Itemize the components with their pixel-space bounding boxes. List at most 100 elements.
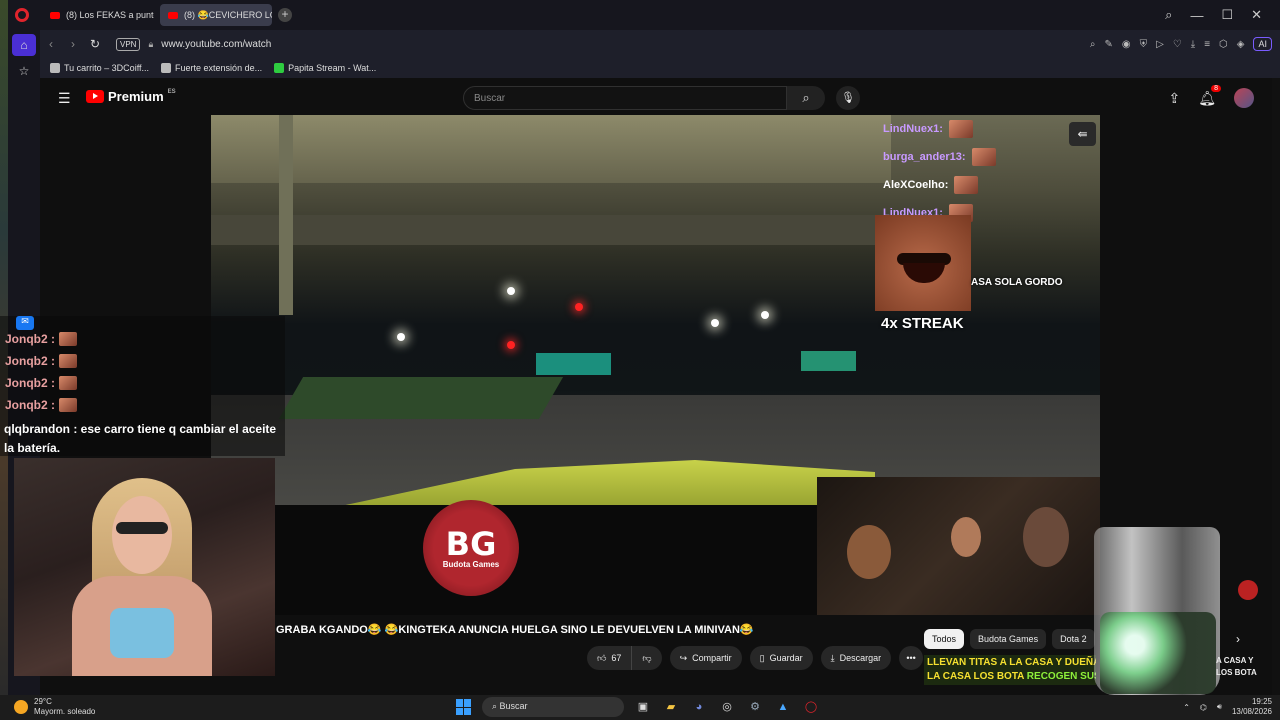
webcam-person <box>116 522 168 534</box>
steam-icon[interactable]: ◎ <box>718 698 736 716</box>
extensions-icon[interactable]: ⬡ <box>1219 39 1228 50</box>
tray-chevron-icon[interactable]: ⌃ <box>1183 703 1190 712</box>
task-view-icon[interactable]: ▣ <box>634 698 652 716</box>
volume-icon[interactable]: 🔊︎ <box>1217 702 1222 712</box>
heart-icon[interactable]: ♡ <box>1173 39 1182 50</box>
recommended-video-thumbnail[interactable]: LLEVAN TITAS A LA CASA Y DUEÑA LA CASA L… <box>924 655 1096 685</box>
tab-cevichero[interactable]: (8) 😂CEVICHERO LOKEA <box>160 4 272 26</box>
system-tray: ⌃ ⌬ 🔊︎ 19:25 13/08/2026 <box>1183 697 1272 717</box>
tab-search-icon[interactable]: ⌕ <box>1165 7 1172 23</box>
opera-menu-button[interactable] <box>8 0 36 30</box>
video-facecam-overlay <box>817 477 1100 615</box>
video-scene-overpass <box>211 115 891 183</box>
chip-todos[interactable]: Todos <box>924 629 965 649</box>
messenger-icon[interactable]: ✉ <box>16 316 34 330</box>
voice-search-button[interactable]: 🎙︎ <box>836 86 860 110</box>
hamburger-menu-icon[interactable]: ☰ <box>58 90 71 107</box>
notification-badge: 8 <box>1211 84 1221 92</box>
windows-start-icon[interactable] <box>456 699 472 715</box>
video-scene-overpass <box>211 215 891 245</box>
stream-chat-overlay: Jonqb2 : Jonqb2 : Jonqb2 : Jonqb2 : qlqb… <box>0 316 285 456</box>
save-button[interactable]: ▯ Guardar <box>749 646 813 670</box>
overlay-chat-line: AleXCoelho: <box>883 171 1093 199</box>
facecam-person <box>1023 507 1069 567</box>
weather-widget[interactable]: 29°C Mayorm. soleado <box>14 697 95 717</box>
page-scrollbar[interactable] <box>1272 78 1280 695</box>
youtube-logo[interactable]: Premium ES <box>86 89 176 104</box>
search-button[interactable]: ⌕ <box>787 86 825 110</box>
lock-icon[interactable]: 🔒︎ <box>148 39 153 50</box>
youtube-header: ☰ Premium ES Buscar ⌕ 🎙︎ ⇪ 🔔︎ 8 <box>40 78 1272 116</box>
maximize-button[interactable]: ☐ <box>1221 7 1233 23</box>
street-light <box>507 287 515 295</box>
dislike-button[interactable]: 👎︎ <box>631 646 662 670</box>
thumbs-down-icon: 👎︎ <box>642 652 652 663</box>
mic-icon: 🎙︎ <box>841 92 855 104</box>
budota-games-logo: BG Budota Games <box>423 500 519 596</box>
vpn-badge[interactable]: VPN <box>116 37 141 51</box>
share-button[interactable]: ↪ Compartir <box>669 646 742 670</box>
camera-icon[interactable]: ◉ <box>1122 39 1131 50</box>
download-button[interactable]: ⤓ Descargar <box>820 646 892 670</box>
aria-ai-button[interactable]: AI <box>1253 37 1272 51</box>
webcam-person <box>110 608 174 658</box>
back-button[interactable]: ‹ <box>40 37 62 51</box>
menu-icon[interactable]: ≡ <box>1204 39 1210 50</box>
new-tab-button[interactable]: + <box>278 8 292 22</box>
chip-dota-2[interactable]: Dota 2 <box>1052 629 1095 649</box>
upload-icon[interactable]: ⇪ <box>1168 90 1180 107</box>
minimize-button[interactable]: — <box>1190 8 1203 23</box>
star-icon[interactable]: ☆ <box>12 60 36 82</box>
sun-icon <box>14 700 28 714</box>
search-input[interactable]: Buscar <box>463 86 787 110</box>
overlay-chat-line: LindNuex1: <box>883 115 1093 143</box>
download-icon[interactable]: ⤓ <box>1191 39 1195 50</box>
system-clock[interactable]: 19:25 13/08/2026 <box>1232 697 1272 717</box>
forward-button[interactable]: › <box>62 37 84 51</box>
recommended-video-title[interactable]: A CASA Y LOS BOTA <box>1216 655 1257 679</box>
more-actions-button[interactable]: ••• <box>899 646 924 670</box>
stream-chat-line: Jonqb2 : <box>5 376 77 390</box>
opera-icon[interactable]: ◯ <box>802 698 820 716</box>
chip-budota-games[interactable]: Budota Games <box>970 629 1047 649</box>
reload-button[interactable]: ↻ <box>84 37 106 51</box>
search-icon: ⌕ <box>492 701 500 711</box>
settings-icon[interactable]: ⚙ <box>746 698 764 716</box>
download-icon: ⤓ <box>830 652 835 663</box>
close-button[interactable]: ✕ <box>1251 7 1262 23</box>
emote-icon <box>948 120 973 138</box>
tab-label: (8) 😂CEVICHERO LOKEA <box>184 9 272 20</box>
network-icon[interactable]: ⌬ <box>1200 703 1207 712</box>
emote-mouth <box>903 263 945 283</box>
window-controls: ⌕ — ☐ ✕ <box>1165 0 1280 30</box>
file-explorer-icon[interactable]: ▰ <box>662 698 680 716</box>
avatar[interactable] <box>1234 88 1254 108</box>
stream-chat-message: qlqbrandon : ese carro tiene q cambiar e… <box>4 422 277 455</box>
tab-los-fekas[interactable]: (8) Los FEKAS a punto de <box>42 4 154 26</box>
overlay-caption: ASA SOLA GORDO <box>971 277 1063 288</box>
webcam-person <box>112 496 172 574</box>
home-icon[interactable]: ⌂ <box>12 34 36 56</box>
emote-icon <box>954 176 979 194</box>
notifications-button[interactable]: 🔔︎ 8 <box>1198 84 1221 107</box>
thumbs-up-icon: 👍︎ <box>597 652 607 663</box>
discord-icon[interactable]: ◕ <box>690 698 708 716</box>
emote-icon <box>59 332 77 346</box>
facecam-person <box>847 525 891 579</box>
chevron-right-icon[interactable]: › <box>1236 632 1240 646</box>
video-player[interactable]: BG Budota Games LindNuex1: burga_ander13… <box>211 115 1100 615</box>
opera-icon <box>15 8 29 22</box>
bookmark-tu-carrito[interactable]: Tu carrito – 3DCoiff... <box>50 63 149 73</box>
photos-icon[interactable]: ▲ <box>774 698 792 716</box>
taskbar-search[interactable]: ⌕ Buscar <box>482 697 624 717</box>
shield-icon[interactable]: ⛨ <box>1140 39 1148 50</box>
collapse-chat-icon[interactable]: ⇚ <box>1069 122 1096 146</box>
play-icon[interactable]: ▷ <box>1156 39 1164 50</box>
wallet-icon[interactable]: ◈ <box>1237 39 1245 50</box>
like-button[interactable]: 👍︎ 67 <box>587 646 632 670</box>
edit-icon[interactable]: ✎ <box>1104 39 1112 50</box>
bookmark-fuerte-extension[interactable]: Fuerte extensión de... <box>161 63 262 73</box>
bookmark-papita-stream[interactable]: Papita Stream - Wat... <box>274 63 376 73</box>
zoom-icon[interactable]: ⌕ <box>1090 39 1096 50</box>
url-field[interactable]: www.youtube.com/watch <box>161 39 271 50</box>
